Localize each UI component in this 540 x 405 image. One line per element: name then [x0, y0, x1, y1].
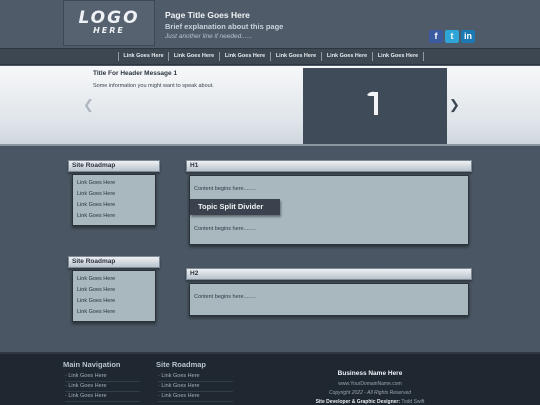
- nav-link-1[interactable]: Link Goes Here: [118, 52, 169, 61]
- footer-link[interactable]: · Link Goes Here: [65, 393, 140, 402]
- section-heading-h1: H1: [186, 160, 472, 172]
- business-name: Business Name Here: [337, 370, 403, 377]
- facebook-icon[interactable]: f: [429, 30, 443, 43]
- sidebar-link[interactable]: Link Goes Here: [77, 296, 151, 307]
- top-navigation: Link Goes Here Link Goes Here Link Goes …: [0, 48, 540, 65]
- chevron-right-icon[interactable]: ❯: [449, 97, 460, 113]
- banner-image-glyph: [367, 91, 378, 115]
- sidebar-link-list: Link Goes Here Link Goes Here Link Goes …: [72, 174, 156, 226]
- content-text: Content begins here........: [194, 294, 256, 300]
- logo[interactable]: LOGO HERE: [63, 0, 155, 46]
- page-extra-line: Just another line if needed......: [165, 33, 253, 40]
- header-slider: Title For Header Message 1 Some informat…: [0, 66, 540, 146]
- page-title: Page Title Goes Here: [165, 10, 250, 20]
- sidebar-link[interactable]: Link Goes Here: [77, 285, 151, 296]
- footer-main-nav-title: Main Navigation: [63, 360, 121, 369]
- footer-link[interactable]: · Link Goes Here: [158, 373, 233, 382]
- footer-link-label: Link Goes Here: [68, 393, 107, 399]
- nav-link-4[interactable]: Link Goes Here: [271, 52, 322, 61]
- footer-link[interactable]: · Link Goes Here: [158, 383, 233, 392]
- banner-text: Some information you might want to speak…: [93, 83, 214, 89]
- footer-link[interactable]: · Link Goes Here: [158, 393, 233, 402]
- footer-link-label: Link Goes Here: [161, 393, 200, 399]
- banner-title: Title For Header Message 1: [93, 70, 178, 77]
- developer-name: Todd Swift: [401, 399, 425, 405]
- chevron-left-icon[interactable]: ❮: [83, 97, 94, 113]
- logo-sub-text: HERE: [93, 26, 125, 35]
- sidebar-link[interactable]: Link Goes Here: [77, 307, 151, 318]
- footer-link-label: Link Goes Here: [161, 373, 200, 379]
- footer-link-label: Link Goes Here: [161, 383, 200, 389]
- sidebar-box-title: Site Roadmap: [68, 256, 160, 268]
- content-text: Content begins here........: [194, 186, 256, 192]
- sidebar-link-list: Link Goes Here Link Goes Here Link Goes …: [72, 270, 156, 322]
- nav-link-5[interactable]: Link Goes Here: [322, 52, 373, 61]
- sidebar-link[interactable]: Link Goes Here: [77, 200, 151, 211]
- copyright-text: Copyright 2022 - All Rights Reserved: [328, 390, 412, 396]
- developer-credit: Site Developer & Graphic Designer: Todd …: [300, 399, 440, 405]
- section-heading-h2: H2: [186, 268, 472, 280]
- nav-link-3[interactable]: Link Goes Here: [220, 52, 271, 61]
- linkedin-icon[interactable]: in: [461, 30, 475, 43]
- logo-main-text: LOGO: [78, 8, 140, 28]
- page-subtitle: Brief explanation about this page: [165, 22, 284, 31]
- footer-link[interactable]: · Link Goes Here: [65, 373, 140, 382]
- developer-label: Site Developer & Graphic Designer:: [315, 399, 401, 405]
- topic-split-divider: Topic Split Divider: [190, 199, 280, 215]
- sidebar-link[interactable]: Link Goes Here: [77, 189, 151, 200]
- nav-link-6[interactable]: Link Goes Here: [373, 52, 424, 61]
- domain-link[interactable]: www.YourDomainName.com: [300, 381, 440, 387]
- sidebar-box-title: Site Roadmap: [68, 160, 160, 172]
- content-text: Content begins here........: [194, 226, 256, 232]
- footer-link[interactable]: · Link Goes Here: [65, 383, 140, 392]
- sidebar-roadmap-box-2: Site Roadmap Link Goes Here Link Goes He…: [68, 256, 160, 322]
- sidebar-link[interactable]: Link Goes Here: [77, 178, 151, 189]
- footer-link-label: Link Goes Here: [68, 373, 107, 379]
- site-header: LOGO HERE Page Title Goes Here Brief exp…: [0, 0, 540, 48]
- twitter-icon[interactable]: t: [445, 30, 459, 43]
- footer-link-label: Link Goes Here: [68, 383, 107, 389]
- nav-link-2[interactable]: Link Goes Here: [169, 52, 220, 61]
- sidebar-link[interactable]: Link Goes Here: [77, 211, 151, 222]
- footer-roadmap-title: Site Roadmap: [156, 360, 207, 369]
- sidebar-link[interactable]: Link Goes Here: [77, 274, 151, 285]
- sidebar-roadmap-box-1: Site Roadmap Link Goes Here Link Goes He…: [68, 160, 160, 226]
- site-footer: Main Navigation · Link Goes Here · Link …: [0, 352, 540, 405]
